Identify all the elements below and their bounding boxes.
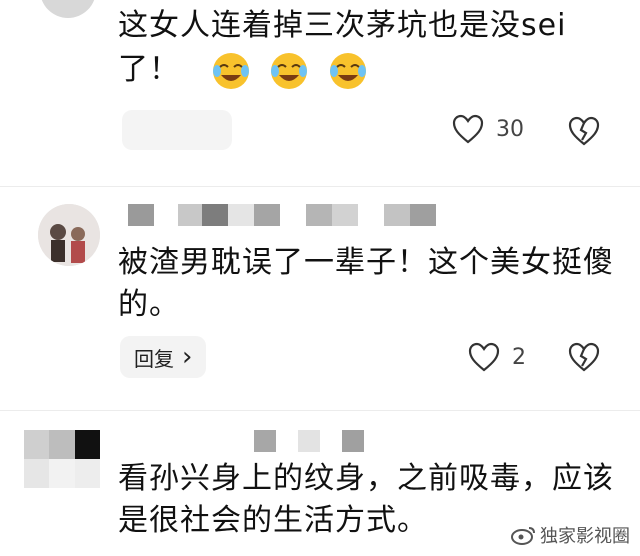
avatar-image-icon — [38, 204, 100, 266]
broken-heart-icon — [568, 342, 600, 372]
laughing-crying-emoji-icon — [271, 52, 308, 89]
like-count: 30 — [496, 116, 524, 142]
weibo-logo-icon — [511, 527, 535, 545]
reply-button[interactable]: 回复 › — [120, 336, 207, 378]
laughing-crying-emoji-icon — [212, 52, 249, 89]
broken-heart-icon — [568, 116, 600, 146]
laughing-crying-emoji-icon — [329, 52, 366, 89]
reply-button-blurred[interactable] — [122, 110, 232, 150]
comment-text: 被渣男耽误了一辈子！这个美女挺傻的。 — [118, 245, 614, 322]
comment-2: 被渣男耽误了一辈子！这个美女挺傻的。 回复 › 2 — [0, 186, 640, 406]
chevron-right-icon: › — [182, 342, 193, 372]
comment-text: 这女人连着掉三次茅坑也是没sei了！ — [118, 4, 618, 92]
dislike-button[interactable] — [568, 342, 600, 376]
username-mosaic — [128, 204, 436, 226]
comment-1: 这女人连着掉三次茅坑也是没sei了！ 30 — [0, 0, 640, 190]
like-button[interactable]: 30 — [452, 114, 524, 144]
emoji-group — [211, 48, 376, 92]
dislike-button[interactable] — [568, 116, 600, 150]
like-button[interactable]: 2 — [468, 342, 526, 372]
heart-outline-icon — [452, 114, 484, 144]
heart-outline-icon — [468, 342, 500, 372]
avatar[interactable] — [38, 204, 100, 266]
avatar[interactable] — [40, 0, 96, 18]
watermark: 独家影视圈 — [510, 522, 630, 548]
username-mosaic — [254, 430, 364, 452]
avatar[interactable] — [24, 430, 104, 490]
like-count: 2 — [512, 344, 526, 370]
reply-label: 回复 — [134, 346, 174, 371]
comment-3: 看孙兴身上的纹身，之前吸毒，应该是很社会的生活方式。 独家影视圈 — [0, 410, 640, 556]
watermark-text: 独家影视圈 — [540, 526, 630, 547]
